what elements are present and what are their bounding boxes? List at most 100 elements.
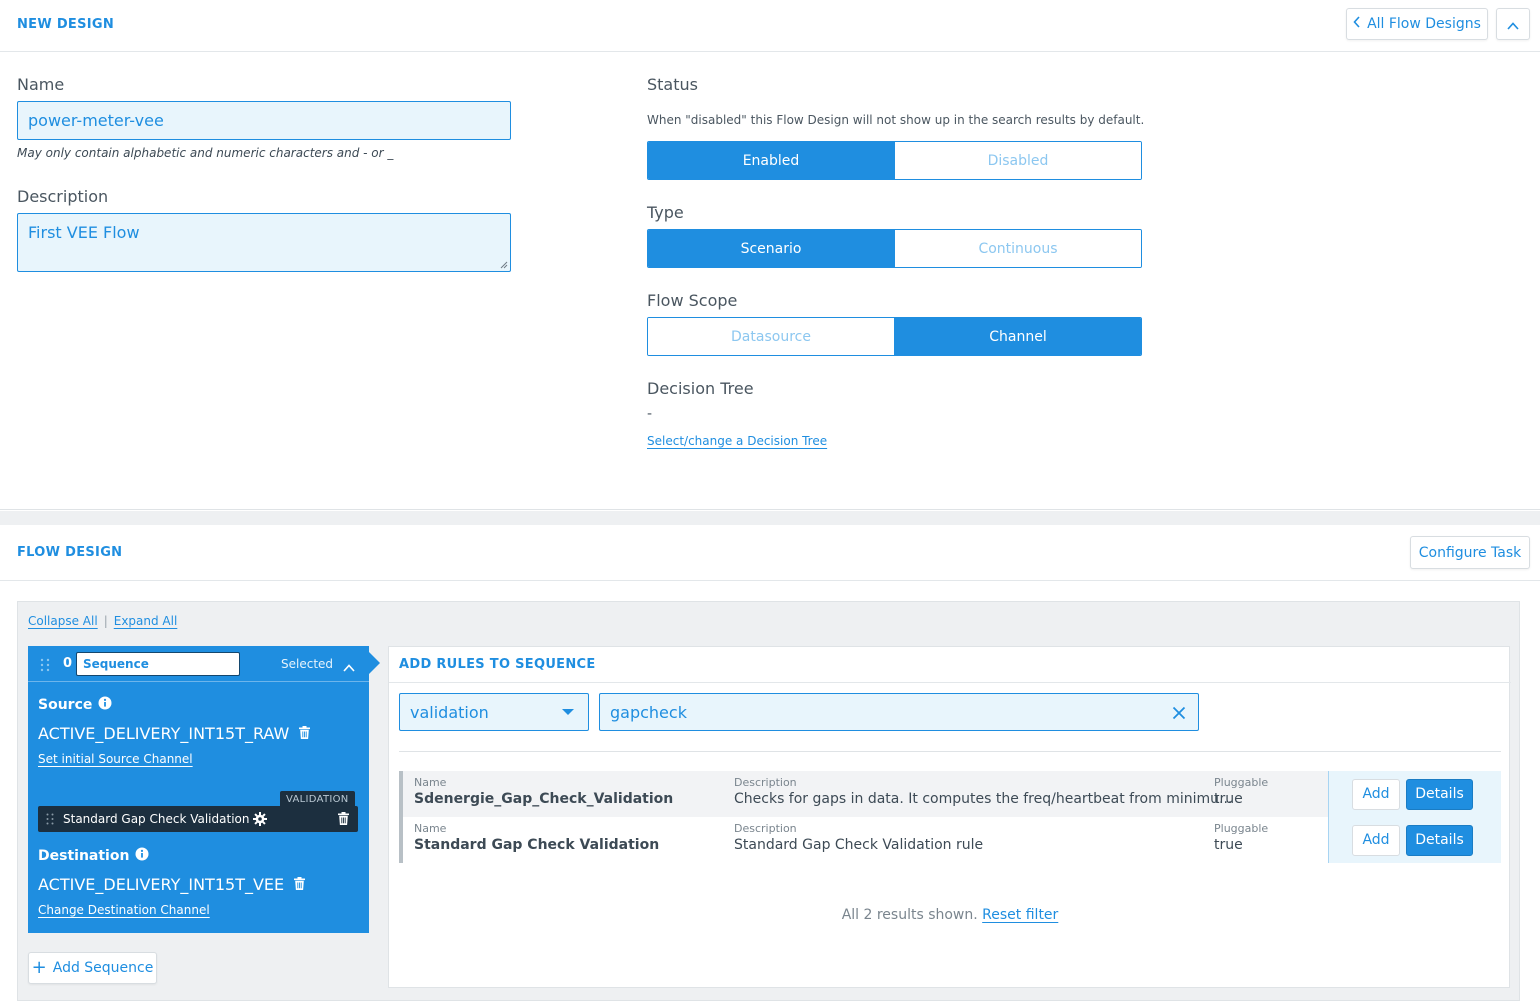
chevron-up-icon[interactable] (343, 657, 355, 676)
description-value: First VEE Flow (28, 223, 140, 242)
select-decision-tree-link[interactable]: Select/change a Decision Tree (647, 434, 827, 448)
sequence-header: 0 Sequence Selected (28, 646, 369, 682)
description-label: Description (17, 187, 109, 206)
rule-row-actions: Add Details (1328, 771, 1501, 817)
flow-design-area: Collapse All | Expand All 0 Sequence Sel… (17, 601, 1520, 1001)
rule-pluggable-header: Pluggable (1214, 822, 1269, 835)
destination-label: Destination (38, 848, 130, 864)
clear-icon[interactable] (1172, 705, 1186, 724)
rule-name-header: Name (414, 822, 447, 835)
flow-scope-label: Flow Scope (647, 291, 738, 310)
source-label-row: Source (38, 696, 112, 714)
flow-design-title: FLOW DESIGN (17, 545, 123, 560)
rule-description-cell: Description Standard Gap Check Validatio… (734, 822, 983, 853)
type-toggle: Scenario Continuous (647, 229, 1142, 268)
change-destination-channel-link[interactable]: Change Destination Channel (38, 903, 210, 917)
sequence-card[interactable]: 0 Sequence Selected Source ACTIVE_DELIVE… (28, 646, 380, 933)
new-design-header: NEW DESIGN All Flow Designs (0, 0, 1540, 52)
decision-tree-value: - (647, 406, 653, 422)
rule-name: Standard Gap Check Validation (414, 837, 660, 853)
info-icon[interactable] (98, 696, 112, 714)
rule-name-header: Name (414, 776, 447, 789)
add-rule-button[interactable]: Add (1352, 824, 1400, 856)
drag-handle-icon[interactable] (40, 657, 50, 672)
type-continuous-option[interactable]: Continuous (894, 230, 1141, 267)
chevron-up-icon (1507, 15, 1519, 34)
expand-all-link[interactable]: Expand All (114, 614, 178, 628)
all-flow-designs-button[interactable]: All Flow Designs (1346, 8, 1488, 40)
results-summary: All 2 results shown. Reset filter (389, 907, 1511, 923)
rule-pluggable-header: Pluggable (1214, 776, 1269, 789)
scope-datasource-option[interactable]: Datasource (648, 318, 894, 355)
name-hint: May only contain alphabetic and numeric … (17, 146, 394, 160)
rule-row: Name Sdenergie_Gap_Check_Validation Desc… (399, 771, 1501, 817)
new-design-title: NEW DESIGN (17, 17, 115, 32)
rule-pluggable-cell: Pluggable true (1214, 776, 1268, 807)
selected-pointer (369, 652, 380, 674)
add-sequence-label: Add Sequence (52, 960, 154, 976)
rule-description-header: Description (734, 822, 797, 835)
section-separator (0, 511, 1540, 525)
set-source-channel-link[interactable]: Set initial Source Channel (38, 752, 193, 766)
rule-type-tag: VALIDATION (280, 791, 355, 807)
divider (389, 682, 1511, 683)
sequence-rule-item[interactable]: Standard Gap Check Validation (38, 806, 358, 832)
divider (399, 751, 1501, 752)
add-sequence-button[interactable]: + Add Sequence (28, 952, 157, 984)
sequence-name-input[interactable]: Sequence (76, 652, 240, 676)
source-channel-row: ACTIVE_DELIVERY_INT15T_RAW (38, 724, 311, 743)
collapse-section-button[interactable] (1496, 8, 1530, 40)
all-flow-designs-label: All Flow Designs (1367, 16, 1481, 32)
rule-pluggable: true (1214, 791, 1243, 807)
rule-pluggable-cell: Pluggable true (1214, 822, 1268, 853)
trash-icon[interactable] (338, 812, 349, 825)
info-icon[interactable] (135, 847, 149, 865)
rule-search-value: gapcheck (610, 702, 687, 722)
name-label: Name (17, 75, 65, 94)
collapse-all-link[interactable]: Collapse All (28, 614, 98, 628)
drag-handle-icon[interactable] (46, 813, 54, 825)
rule-details-button[interactable]: Details (1406, 778, 1473, 810)
status-enabled-option[interactable]: Enabled (648, 142, 894, 179)
type-scenario-option[interactable]: Scenario (648, 230, 894, 267)
description-textarea[interactable]: First VEE Flow (17, 213, 511, 272)
trash-icon[interactable] (294, 875, 306, 894)
source-channel: ACTIVE_DELIVERY_INT15T_RAW (38, 724, 290, 743)
rule-details-button[interactable]: Details (1406, 824, 1473, 856)
flow-design-header: FLOW DESIGN Configure Task (0, 525, 1540, 581)
status-hint: When "disabled" this Flow Design will no… (647, 113, 1145, 127)
collapse-expand-links: Collapse All | Expand All (28, 614, 177, 628)
resize-handle-icon[interactable] (500, 261, 508, 269)
caret-down-icon (562, 709, 574, 715)
configure-task-button[interactable]: Configure Task (1410, 536, 1530, 569)
gear-icon[interactable] (253, 812, 268, 826)
status-disabled-option[interactable]: Disabled (894, 142, 1141, 179)
chevron-left-icon (1353, 16, 1361, 32)
status-toggle: Enabled Disabled (647, 141, 1142, 180)
decision-tree-label: Decision Tree (647, 379, 754, 398)
add-rule-button[interactable]: Add (1352, 778, 1400, 810)
row-accent-bar (399, 771, 403, 817)
sequence-rule-name: Standard Gap Check Validation (63, 812, 250, 826)
rule-search-input[interactable]: gapcheck (599, 693, 1199, 731)
link-separator: | (103, 614, 108, 628)
reset-filter-link[interactable]: Reset filter (982, 907, 1058, 923)
rule-description-header: Description (734, 776, 797, 789)
destination-channel-row: ACTIVE_DELIVERY_INT15T_VEE (38, 875, 306, 894)
rule-description: Standard Gap Check Validation rule (734, 837, 984, 853)
new-design-card: NEW DESIGN All Flow Designs Name power-m… (0, 0, 1540, 510)
type-label: Type (647, 203, 684, 222)
plus-icon: + (31, 957, 47, 978)
source-label: Source (38, 697, 93, 713)
sequence-selected-badge: Selected (281, 657, 334, 671)
trash-icon[interactable] (299, 724, 311, 743)
rule-pluggable: true (1214, 837, 1243, 853)
add-rules-title: ADD RULES TO SEQUENCE (399, 657, 596, 672)
rule-description-cell: Description Checks for gaps in data. It … (734, 776, 1232, 807)
rule-type-select[interactable]: validation (399, 693, 589, 731)
name-input-value: power-meter-vee (28, 111, 164, 130)
scope-channel-option[interactable]: Channel (894, 318, 1141, 355)
rule-row-actions: Add Details (1328, 817, 1501, 863)
rule-description: Checks for gaps in data. It computes the… (734, 791, 1233, 807)
name-input[interactable]: power-meter-vee (17, 101, 511, 140)
